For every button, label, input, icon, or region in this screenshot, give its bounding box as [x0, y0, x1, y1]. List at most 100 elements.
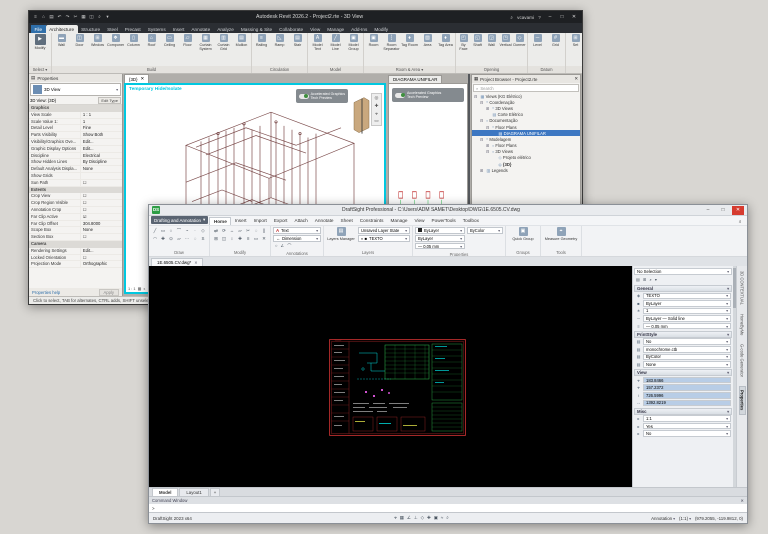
- section-header-printstyle[interactable]: PrintStyle ▾: [634, 330, 732, 338]
- ribbon-button[interactable]: ◇ Dormer: [513, 34, 526, 47]
- property-row[interactable]: ▸ 1:1 ▾: [634, 415, 732, 423]
- quick-access-icon[interactable]: ⌕: [96, 14, 103, 20]
- draw-tool-icon[interactable]: ◌: [191, 235, 199, 243]
- property-row[interactable]: ∗ 1 ▾: [634, 307, 732, 315]
- ribbon-button[interactable]: A Model Text: [309, 34, 326, 51]
- property-value[interactable]: Edit...: [81, 139, 122, 145]
- ribbon-tab[interactable]: Add-Ins: [348, 25, 371, 33]
- side-tab[interactable]: G-code Generator: [740, 344, 745, 377]
- property-row[interactable]: Scale Value 1: 1: [29, 118, 122, 126]
- status-toggle-icon[interactable]: ▦: [400, 515, 404, 521]
- ribbon-button[interactable]: ╱ Model Line: [327, 34, 344, 51]
- palette-tool-icon[interactable]: ⌕: [649, 277, 651, 282]
- chevron-down-icon[interactable]: ▾: [726, 309, 728, 313]
- quick-access-icon[interactable]: ◫: [88, 14, 95, 20]
- toggle-switch-icon[interactable]: [298, 93, 309, 99]
- modify-tool-icon[interactable]: ∥: [260, 227, 268, 235]
- tree-item[interactable]: ⊞ ▥ Legends: [472, 167, 580, 173]
- ribbon-tab[interactable]: Collaborate: [276, 25, 307, 33]
- menu-tab[interactable]: View: [411, 217, 428, 225]
- property-row[interactable]: Section Box ☐: [29, 234, 122, 241]
- navigation-icon[interactable]: ▭: [373, 118, 380, 124]
- ribbon-tab[interactable]: Structure: [78, 25, 104, 33]
- property-row[interactable]: View Scale 1 : 1: [29, 111, 122, 119]
- quick-group-button[interactable]: ▣ Quick Group: [508, 227, 538, 241]
- instance-dropdown[interactable]: 3D View: {3D}: [30, 98, 96, 103]
- property-row[interactable]: ⌖ 183.8466: [634, 376, 732, 384]
- property-value[interactable]: ☐: [81, 180, 122, 186]
- section-header-graphics[interactable]: Graphics: [29, 105, 122, 112]
- ribbon-panel-label[interactable]: Annotations: [271, 250, 323, 256]
- draw-tool-icon[interactable]: ◠: [151, 235, 159, 243]
- maximize-button[interactable]: □: [557, 14, 567, 20]
- apply-button[interactable]: Apply: [98, 288, 119, 296]
- property-value[interactable]: ☐: [81, 200, 122, 206]
- menu-tab[interactable]: PowerTools: [428, 217, 459, 225]
- draw-tool-icon[interactable]: ⊙: [167, 235, 175, 243]
- ribbon-button[interactable]: ◳ Vertical: [499, 34, 512, 47]
- chevron-down-icon[interactable]: ▾: [726, 316, 728, 321]
- ribbon-panel-label[interactable]: Layers: [324, 249, 412, 256]
- ribbon-button[interactable]: ◺ Ramp: [271, 34, 288, 47]
- modify-tool-icon[interactable]: ⟳: [220, 227, 228, 235]
- property-value[interactable]: Show Both: [81, 132, 122, 138]
- draw-tool-icon[interactable]: ·: [191, 227, 199, 235]
- draw-tool-icon[interactable]: ○: [167, 227, 175, 235]
- ribbon-button[interactable]: ♦ Tag Room: [401, 34, 418, 47]
- ribbon-tab[interactable]: Precast: [121, 25, 144, 33]
- ribbon-panel-label[interactable]: Groups: [506, 249, 540, 256]
- dimension-tool-button[interactable]: ↔ Dimension ▾: [273, 234, 321, 242]
- close-document-icon[interactable]: ✕: [194, 260, 197, 265]
- view-control-icon[interactable]: ▦: [138, 286, 142, 291]
- navigation-icon[interactable]: ◎: [373, 95, 380, 101]
- maximize-button[interactable]: □: [717, 206, 729, 215]
- modify-tool-icon[interactable]: ◫: [220, 235, 228, 243]
- property-row[interactable]: ■ ByLayer ▾: [634, 300, 732, 308]
- property-row[interactable]: Scope Box None: [29, 227, 122, 235]
- modify-tool-icon[interactable]: ✂: [244, 227, 252, 235]
- ribbon-tab[interactable]: Manage: [324, 25, 348, 33]
- view-tab-diagrama[interactable]: DIAGRAMA UNIFILAR: [388, 75, 443, 83]
- status-toggle-icon[interactable]: ⊥: [414, 515, 418, 521]
- active-layer-dropdown[interactable]: ◐ ■ TEXTO ▾: [358, 234, 410, 242]
- modify-tool-icon[interactable]: ⊞: [212, 235, 220, 243]
- status-toggle-icon[interactable]: ≈: [441, 515, 443, 521]
- draw-tool-icon[interactable]: ▭: [159, 227, 167, 235]
- help-icon[interactable]: ?: [536, 15, 543, 20]
- quick-access-icon[interactable]: ▤: [48, 14, 55, 20]
- quick-access-icon[interactable]: ▦: [80, 14, 87, 20]
- ribbon-panel-label[interactable]: Select ▾: [29, 66, 51, 73]
- property-row[interactable]: Graphic Display Options Edit...: [29, 145, 122, 153]
- close-view-icon[interactable]: ✕: [141, 76, 145, 82]
- ribbon-tab[interactable]: Analyze: [214, 25, 238, 33]
- layout-tab[interactable]: Layout1: [179, 488, 209, 496]
- property-value[interactable]: ☐: [81, 255, 122, 261]
- annotation-tool-icon[interactable]: ○: [275, 243, 278, 249]
- ribbon-tab[interactable]: Architecture: [45, 25, 78, 33]
- expand-icon[interactable]: ⊞: [486, 143, 491, 148]
- ribbon-button[interactable]: ◱ Shaft: [471, 34, 484, 47]
- section-header-extents[interactable]: Extents: [29, 186, 122, 194]
- status-toggle-icon[interactable]: ⌕: [446, 515, 448, 521]
- ribbon-search-icon[interactable]: ⌕: [735, 218, 745, 225]
- ribbon-panel-label[interactable]: Datum: [528, 66, 565, 73]
- property-row[interactable]: Rendering Settings Edit...: [29, 247, 122, 255]
- ribbon-button[interactable]: ▣ Room: [365, 34, 382, 47]
- section-header-camera[interactable]: Camera: [29, 240, 122, 248]
- annotation-tool-icon[interactable]: ⌒: [287, 243, 291, 249]
- side-tab[interactable]: HomeByMe: [740, 314, 745, 335]
- collapse-icon[interactable]: ▾: [727, 332, 729, 337]
- property-row[interactable]: ▤ monochrome.ctb ▾: [634, 346, 732, 354]
- quick-access-icon[interactable]: ✂: [72, 14, 79, 20]
- navigation-icon[interactable]: ✚: [373, 103, 380, 109]
- ribbon-button[interactable]: ▥ Curtain Grid: [215, 34, 232, 51]
- property-row[interactable]: Show Hidden Lines By Discipline: [29, 159, 122, 167]
- ribbon-button[interactable]: ▣ Model Group: [345, 34, 362, 51]
- collapse-icon[interactable]: ▾: [727, 370, 729, 375]
- ribbon-panel-label[interactable]: Room & Area ▾: [364, 66, 455, 73]
- draw-tool-icon[interactable]: ✚: [159, 235, 167, 243]
- section-header-general[interactable]: General ▾: [634, 285, 732, 292]
- view-control-icon[interactable]: ◐: [143, 286, 145, 291]
- line-color-dropdown[interactable]: ByLayer ▾: [415, 227, 465, 234]
- layer-state-dropdown[interactable]: Unsaved Layer State ▾: [358, 227, 410, 234]
